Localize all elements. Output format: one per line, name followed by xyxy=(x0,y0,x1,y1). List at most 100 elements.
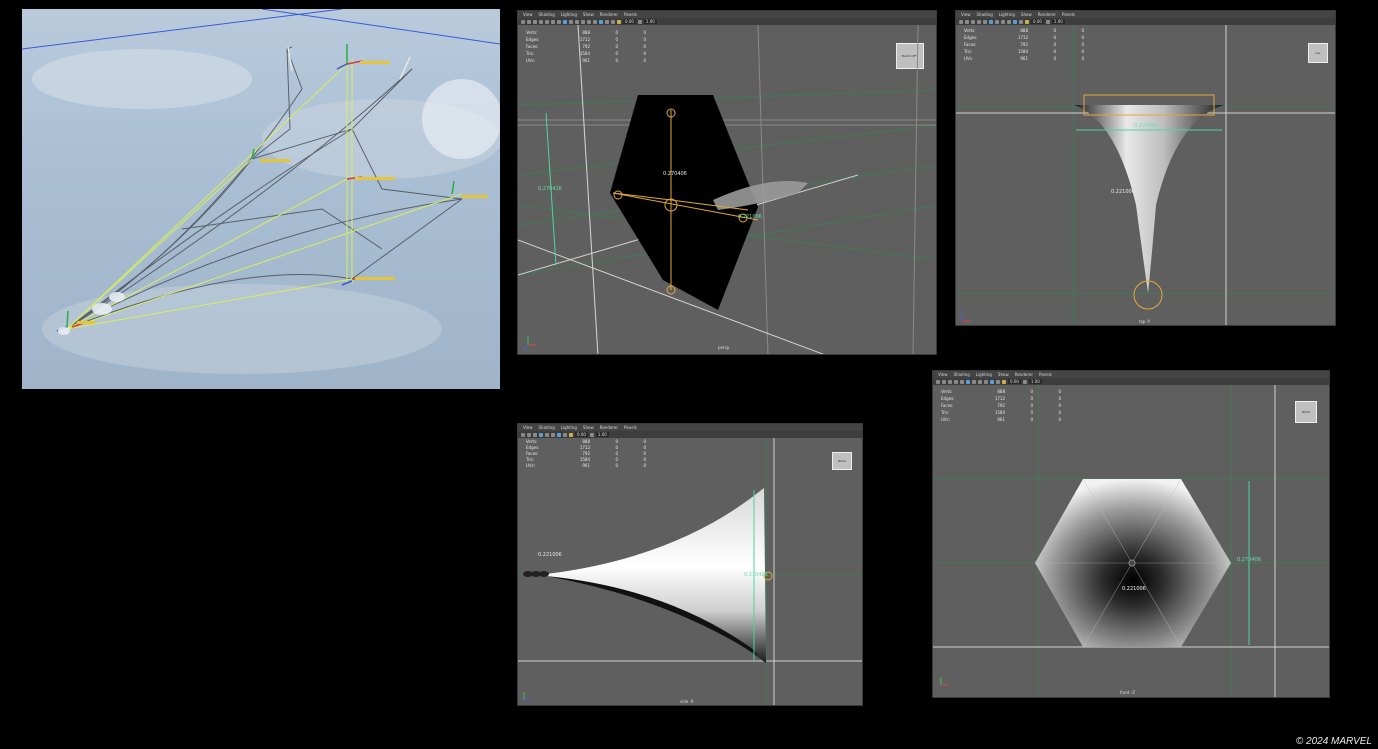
menu-renderer[interactable]: Renderer xyxy=(600,11,618,18)
select-camera-icon[interactable] xyxy=(936,379,940,384)
menu-panels[interactable]: Panels xyxy=(1039,371,1052,378)
menu-shading[interactable]: Shading xyxy=(539,11,555,18)
smooth-shade-icon[interactable] xyxy=(545,432,549,437)
camera-attr-icon[interactable] xyxy=(527,432,531,437)
gamma-icon[interactable] xyxy=(1022,379,1027,384)
lights-icon[interactable] xyxy=(1007,19,1011,24)
xray-icon[interactable] xyxy=(605,19,609,24)
exposure-icon[interactable] xyxy=(1025,19,1029,24)
exposure-icon[interactable] xyxy=(1002,379,1006,384)
viewport-persp[interactable]: View Shading Lighting Show Renderer Pane… xyxy=(517,10,937,355)
isolate-select-icon[interactable] xyxy=(599,19,603,24)
xray-joints-icon[interactable] xyxy=(611,19,615,24)
gamma-icon[interactable] xyxy=(1045,19,1050,24)
lights-icon[interactable] xyxy=(581,19,585,24)
measure-label-1: 0.270406 xyxy=(1134,123,1158,129)
textured-icon[interactable] xyxy=(978,379,982,384)
grid-icon[interactable] xyxy=(533,432,537,437)
viewport-top[interactable]: View Shading Lighting Show Renderer Pane… xyxy=(955,10,1336,326)
persp-scene: 0.270416 0.221006 0.270406 xyxy=(518,25,936,354)
camera-attr-icon[interactable] xyxy=(527,19,531,24)
exposure-field[interactable]: 0.00 xyxy=(1008,379,1021,384)
xray-icon[interactable] xyxy=(563,432,567,437)
gamma-icon[interactable] xyxy=(589,432,594,437)
menu-shading[interactable]: Shading xyxy=(977,11,993,18)
menu-panels[interactable]: Panels xyxy=(624,11,637,18)
gamma-field[interactable]: 1.00 xyxy=(643,19,657,24)
menu-show[interactable]: Show xyxy=(583,11,594,18)
smooth-shade-icon[interactable] xyxy=(995,19,999,24)
viewport-toolbar: 0.00 1.00 xyxy=(933,378,1329,385)
front-scene: 0.270406 0.221006 xyxy=(933,385,1329,697)
exposure-icon[interactable] xyxy=(617,19,621,24)
menu-view[interactable]: View xyxy=(938,371,948,378)
isolate-select-icon[interactable] xyxy=(990,379,994,384)
resolution-gate-icon[interactable] xyxy=(557,19,561,24)
menu-panels[interactable]: Panels xyxy=(624,424,637,431)
viewport-toolbar: 0.00 1.00 xyxy=(956,18,1335,25)
shadows-icon[interactable] xyxy=(587,19,591,24)
camera-attr-icon[interactable] xyxy=(965,19,969,24)
bookmark-icon[interactable] xyxy=(971,19,975,24)
film-gate-icon[interactable] xyxy=(960,379,964,384)
grid-icon[interactable] xyxy=(954,379,958,384)
isolate-select-icon[interactable] xyxy=(557,432,561,437)
wireframe-icon[interactable] xyxy=(563,19,567,24)
isolate-select-icon[interactable] xyxy=(1013,19,1017,24)
film-gate-icon[interactable] xyxy=(551,19,555,24)
menu-lighting[interactable]: Lighting xyxy=(999,11,1015,18)
menu-view[interactable]: View xyxy=(523,424,533,431)
menu-renderer[interactable]: Renderer xyxy=(1038,11,1056,18)
gamma-field[interactable]: 1.00 xyxy=(595,432,609,437)
ambient-occlusion-icon[interactable] xyxy=(593,19,597,24)
smooth-shade-icon[interactable] xyxy=(972,379,976,384)
menu-view[interactable]: View xyxy=(961,11,971,18)
textured-icon[interactable] xyxy=(551,432,555,437)
exposure-field[interactable]: 0.00 xyxy=(623,19,636,24)
menu-shading[interactable]: Shading xyxy=(539,424,555,431)
camera-attr-icon[interactable] xyxy=(942,379,946,384)
wireframe-icon[interactable] xyxy=(966,379,970,384)
bookmark-icon[interactable] xyxy=(533,19,537,24)
xray-icon[interactable] xyxy=(996,379,1000,384)
exposure-field[interactable]: 0.00 xyxy=(1031,19,1044,24)
menu-shading[interactable]: Shading xyxy=(954,371,970,378)
menu-lighting[interactable]: Lighting xyxy=(561,11,577,18)
textured-icon[interactable] xyxy=(1001,19,1005,24)
wireframe-icon[interactable] xyxy=(989,19,993,24)
viewport-side[interactable]: View Shading Lighting Show Renderer Pane… xyxy=(517,423,863,706)
menu-show[interactable]: Show xyxy=(583,424,594,431)
grid-icon[interactable] xyxy=(545,19,549,24)
exposure-field[interactable]: 0.00 xyxy=(575,432,588,437)
gamma-field[interactable]: 1.00 xyxy=(1028,379,1042,384)
grid-icon[interactable] xyxy=(977,19,981,24)
film-gate-icon[interactable] xyxy=(983,19,987,24)
select-camera-icon[interactable] xyxy=(959,19,963,24)
menu-renderer[interactable]: Renderer xyxy=(600,424,618,431)
wireframe-icon[interactable] xyxy=(539,432,543,437)
bookmark-icon[interactable] xyxy=(948,379,952,384)
camera-label: top -Y xyxy=(1139,319,1151,324)
smooth-shade-icon[interactable] xyxy=(569,19,573,24)
lights-icon[interactable] xyxy=(984,379,988,384)
menu-renderer[interactable]: Renderer xyxy=(1015,371,1033,378)
textured-icon[interactable] xyxy=(575,19,579,24)
xray-icon[interactable] xyxy=(1019,19,1023,24)
menu-show[interactable]: Show xyxy=(1021,11,1032,18)
select-camera-icon[interactable] xyxy=(521,19,525,24)
select-camera-icon[interactable] xyxy=(521,432,525,437)
menu-show[interactable]: Show xyxy=(998,371,1009,378)
cone-mesh-top[interactable] xyxy=(1074,105,1224,293)
menu-lighting[interactable]: Lighting xyxy=(976,371,992,378)
gamma-field[interactable]: 1.00 xyxy=(1051,19,1065,24)
exposure-icon[interactable] xyxy=(569,432,573,437)
measure-label-2: 0.221006 xyxy=(738,214,762,220)
gamma-icon[interactable] xyxy=(637,19,642,24)
image-plane-icon[interactable] xyxy=(539,19,543,24)
camera-label: side -X xyxy=(680,699,694,704)
side-scene: 0.270406 0.221006 xyxy=(518,438,862,705)
viewport-front[interactable]: View Shading Lighting Show Renderer Pane… xyxy=(932,370,1330,698)
menu-lighting[interactable]: Lighting xyxy=(561,424,577,431)
menu-panels[interactable]: Panels xyxy=(1062,11,1075,18)
menu-view[interactable]: View xyxy=(523,11,533,18)
